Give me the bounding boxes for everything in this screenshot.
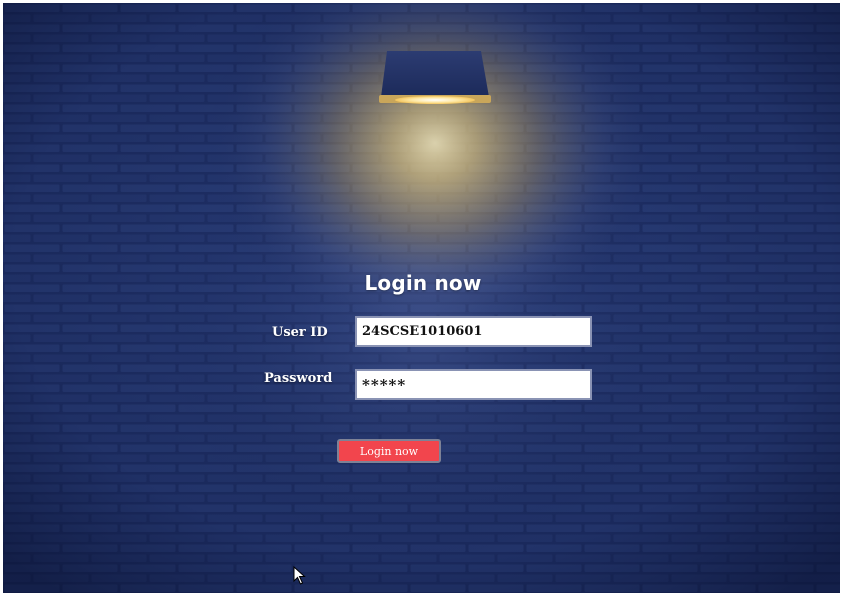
password-label: Password bbox=[264, 371, 333, 386]
arrow-cursor-icon bbox=[293, 566, 306, 585]
wall-lamp-icon bbox=[379, 51, 491, 104]
user-id-label: User ID bbox=[272, 325, 328, 340]
login-button[interactable]: Login now bbox=[337, 439, 441, 463]
login-title: Login now bbox=[364, 271, 482, 295]
login-screen: Login now User ID Password Login now bbox=[3, 3, 840, 593]
password-input[interactable] bbox=[355, 369, 592, 400]
user-id-input[interactable] bbox=[355, 316, 592, 347]
